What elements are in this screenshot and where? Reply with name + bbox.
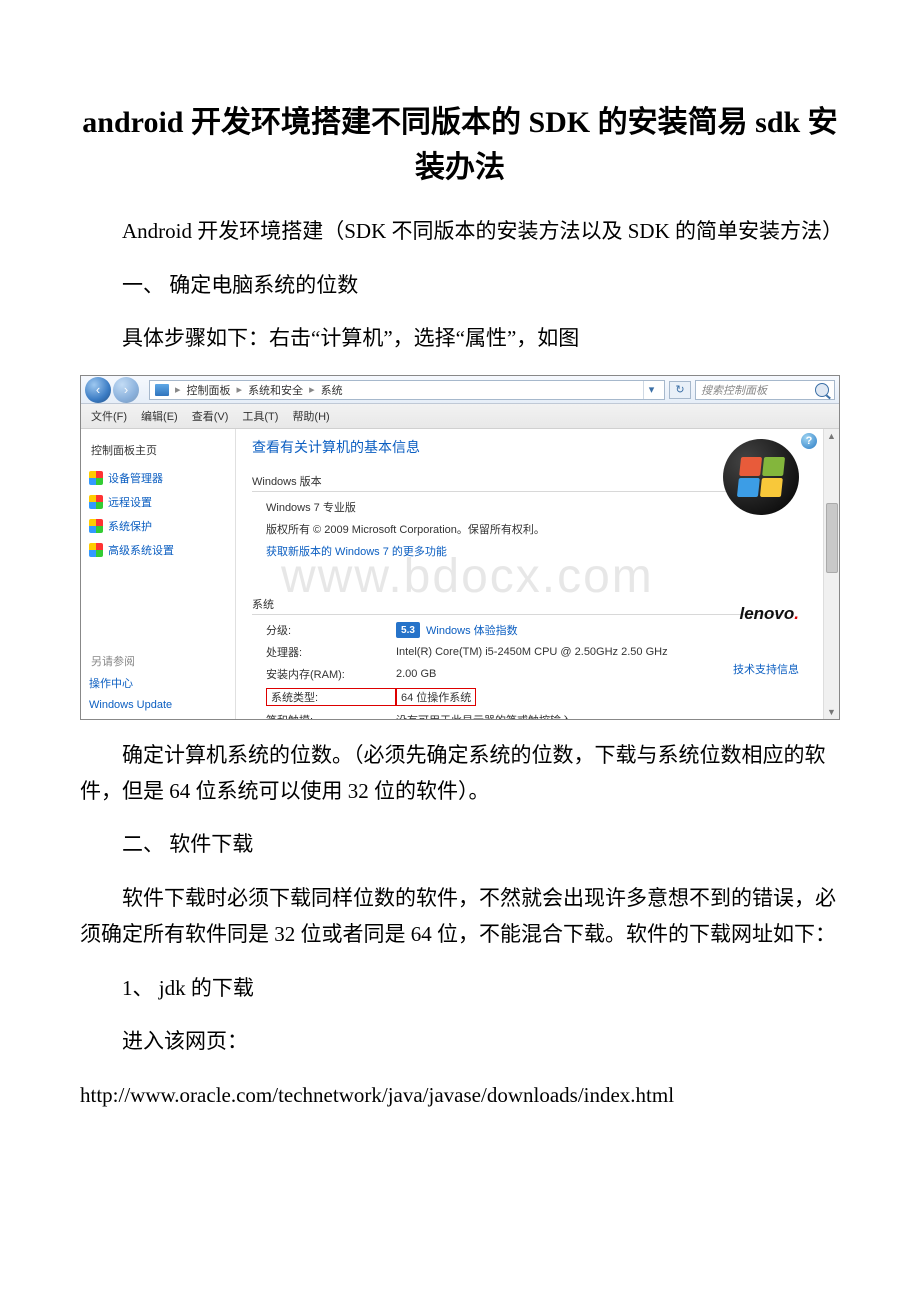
pen-touch-value: 没有可用于此显示器的笔或触控输入 xyxy=(396,712,779,719)
paragraph-5: 二、 软件下载 xyxy=(80,827,840,863)
scroll-up-arrow[interactable]: ▲ xyxy=(827,429,836,443)
shield-icon xyxy=(89,543,103,557)
menu-bar: 文件(F) 编辑(E) 查看(V) 工具(T) 帮助(H) xyxy=(81,404,839,429)
sidebar-device-manager[interactable]: 设备管理器 xyxy=(87,466,229,490)
sidebar-action-center[interactable]: 操作中心 xyxy=(87,671,232,695)
ram-label: 安装内存(RAM): xyxy=(266,666,396,682)
scroll-down-arrow[interactable]: ▼ xyxy=(827,705,836,719)
tech-support-link[interactable]: 技术支持信息 xyxy=(733,661,799,677)
section-windows-edition: Windows 版本 xyxy=(252,463,779,492)
breadcrumb-security[interactable]: 系统和安全 xyxy=(248,382,303,398)
shield-icon xyxy=(89,519,103,533)
scroll-thumb[interactable] xyxy=(826,503,838,573)
menu-edit[interactable]: 编辑(E) xyxy=(141,408,178,424)
wei-score: 5.3 xyxy=(396,622,420,638)
control-panel-icon xyxy=(155,384,169,396)
paragraph-2: 一、 确定电脑系统的位数 xyxy=(80,268,840,304)
refresh-button[interactable]: ↻ xyxy=(669,381,691,399)
nav-back-button[interactable]: ‹ xyxy=(85,377,111,403)
cpu-value: Intel(R) Core(TM) i5-2450M CPU @ 2.50GHz… xyxy=(396,644,779,660)
paragraph-8: 进入该网页： xyxy=(80,1024,840,1060)
sidebar-home[interactable]: 控制面板主页 xyxy=(87,437,229,466)
search-input[interactable]: 搜索控制面板 xyxy=(695,380,835,400)
menu-tools[interactable]: 工具(T) xyxy=(242,408,278,424)
search-icon xyxy=(815,383,829,397)
wei-link[interactable]: Windows 体验指数 xyxy=(426,622,518,638)
content-area: ? 控制面板主页 设备管理器 远程设置 系统保护 高级系统设置 另请参阅 xyxy=(81,429,839,719)
system-type-value: 64 位操作系统 xyxy=(396,688,476,706)
system-properties-screenshot: ‹ › ▸ 控制面板 ▸ 系统和安全 ▸ 系统 ▾ ↻ 搜索控制面板 文件(F)… xyxy=(80,375,840,720)
copyright-text: 版权所有 © 2009 Microsoft Corporation。保留所有权利… xyxy=(266,521,545,537)
section-system: 系统 xyxy=(252,586,779,615)
main-heading: 查看有关计算机的基本信息 xyxy=(252,437,779,463)
breadcrumb-system[interactable]: 系统 xyxy=(321,382,343,398)
menu-view[interactable]: 查看(V) xyxy=(192,408,229,424)
system-type-label: 系统类型: xyxy=(266,688,396,706)
rating-label: 分级: xyxy=(266,622,396,638)
pen-touch-label: 笔和触摸: xyxy=(266,712,396,719)
nav-forward-button[interactable]: › xyxy=(113,377,139,403)
paragraph-9-url: http://www.oracle.com/technetwork/java/j… xyxy=(80,1078,840,1114)
sidebar-system-protection[interactable]: 系统保护 xyxy=(87,514,229,538)
ram-value: 2.00 GB xyxy=(396,666,779,682)
sidebar-see-also: 另请参阅 xyxy=(87,647,232,671)
paragraph-4: 确定计算机系统的位数。（必须先确定系统的位数，下载与系统位数相应的软件，但是 6… xyxy=(80,738,840,809)
paragraph-3: 具体步骤如下：右击“计算机”，选择“属性”，如图 xyxy=(80,321,840,357)
lenovo-logo: lenovo. xyxy=(739,604,799,624)
more-features-link[interactable]: 获取新版本的 Windows 7 的更多功能 xyxy=(266,543,447,559)
search-placeholder: 搜索控制面板 xyxy=(701,382,767,398)
main-panel: www.bdocx.com 查看有关计算机的基本信息 Windows 版本 Wi… xyxy=(236,429,839,719)
windows-logo xyxy=(723,439,799,515)
document-title: android 开发环境搭建不同版本的 SDK 的安装简易 sdk 安装办法 xyxy=(80,100,840,190)
paragraph-7: 1、 jdk 的下载 xyxy=(80,971,840,1007)
sidebar-windows-update[interactable]: Windows Update xyxy=(87,695,232,715)
menu-help[interactable]: 帮助(H) xyxy=(292,408,329,424)
scrollbar[interactable]: ▲ ▼ xyxy=(823,429,839,719)
sidebar: 控制面板主页 设备管理器 远程设置 系统保护 高级系统设置 另请参阅 操作中心 … xyxy=(81,429,236,719)
paragraph-6: 软件下载时必须下载同样位数的软件，不然就会出现许多意想不到的错误，必须确定所有软… xyxy=(80,881,840,952)
breadcrumb-root[interactable]: 控制面板 xyxy=(187,382,231,398)
menu-file[interactable]: 文件(F) xyxy=(91,408,127,424)
address-bar-row: ‹ › ▸ 控制面板 ▸ 系统和安全 ▸ 系统 ▾ ↻ 搜索控制面板 xyxy=(81,376,839,404)
sidebar-advanced-settings[interactable]: 高级系统设置 xyxy=(87,538,229,562)
shield-icon xyxy=(89,495,103,509)
cpu-label: 处理器: xyxy=(266,644,396,660)
shield-icon xyxy=(89,471,103,485)
breadcrumb-bar[interactable]: ▸ 控制面板 ▸ 系统和安全 ▸ 系统 ▾ xyxy=(149,380,665,400)
breadcrumb-dropdown[interactable]: ▾ xyxy=(643,381,659,399)
paragraph-1: Android 开发环境搭建（SDK 不同版本的安装方法以及 SDK 的简单安装… xyxy=(80,214,840,250)
windows-edition-value: Windows 7 专业版 xyxy=(266,499,356,515)
sidebar-remote-settings[interactable]: 远程设置 xyxy=(87,490,229,514)
